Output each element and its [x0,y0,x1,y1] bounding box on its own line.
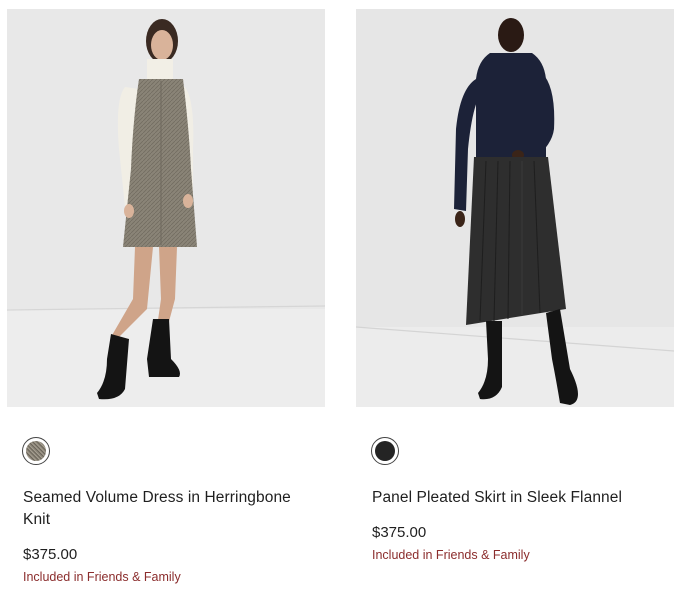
product-image[interactable] [7,9,325,407]
promo-label: Included in Friends & Family [372,548,530,562]
flannel-swatch-icon[interactable] [371,437,399,465]
color-swatches [7,435,325,467]
product-name[interactable]: Seamed Volume Dress in Herringbone Knit [23,487,313,531]
product-grid: Seamed Volume Dress in Herringbone Knit … [0,0,687,600]
product-card: Panel Pleated Skirt in Sleek Flannel $37… [356,9,674,564]
product-price: $375.00 [23,546,78,563]
product-photo-skirt [356,9,674,407]
herringbone-swatch-icon[interactable] [22,437,50,465]
promo-label: Included in Friends & Family [23,570,181,584]
product-photo-dress [7,9,325,407]
color-swatches [356,435,674,467]
product-image[interactable] [356,9,674,407]
product-name[interactable]: Panel Pleated Skirt in Sleek Flannel [372,487,662,509]
product-price: $375.00 [372,524,427,541]
product-card: Seamed Volume Dress in Herringbone Knit … [7,9,325,586]
